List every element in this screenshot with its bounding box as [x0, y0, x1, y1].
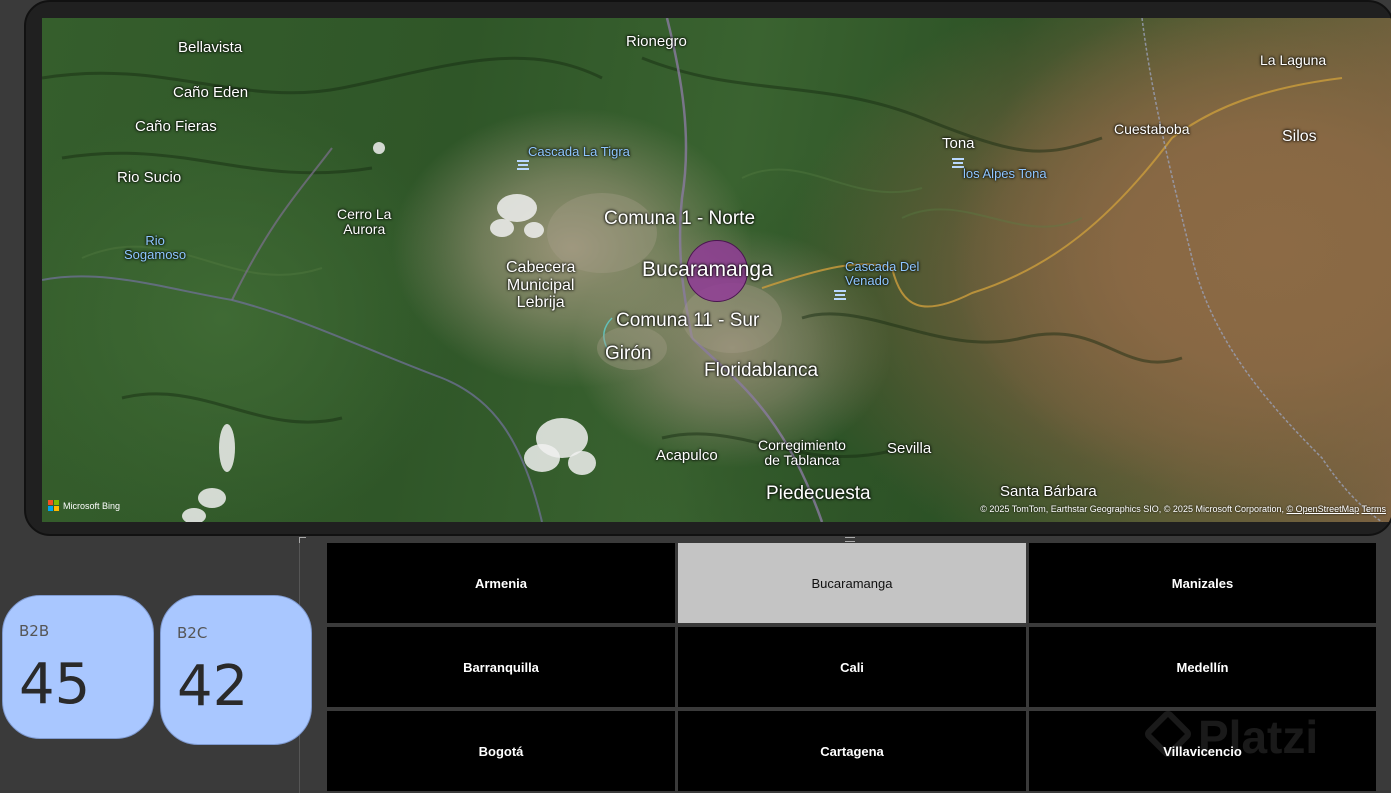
map-label-comuna-1: Comuna 1 - Norte	[604, 208, 756, 229]
bing-logo: Microsoft Bing	[48, 500, 120, 511]
map-attribution: © 2025 TomTom, Earthstar Geographics SIO…	[980, 504, 1386, 514]
map-label-corregimiento-tablanca: Corregimiento de Tablanca	[758, 437, 846, 469]
kpi-card-b2b: B2B 45	[2, 595, 154, 739]
map-label-cano-eden: Caño Eden	[173, 84, 249, 101]
city-tile-medellin[interactable]: Medellín	[1029, 627, 1376, 707]
satellite-map[interactable]: Bellavista Caño Eden Caño Fieras Rio Suc…	[42, 18, 1391, 522]
map-label-piedecuesta: Piedecuesta	[766, 483, 871, 504]
map-label-cascada-la-tigra: Cascada La Tigra	[528, 144, 630, 159]
map-label-rionegro: Rionegro	[626, 33, 687, 50]
kpi-value: 42	[177, 654, 249, 719]
attribution-text: © 2025 TomTom, Earthstar Geographics SIO…	[980, 504, 1287, 514]
visual-corner-marker	[299, 537, 306, 544]
map-label-la-laguna: La Laguna	[1260, 52, 1327, 68]
map-visual[interactable]: Bellavista Caño Eden Caño Fieras Rio Suc…	[24, 0, 1391, 536]
city-tile-manizales[interactable]: Manizales	[1029, 543, 1376, 623]
bing-logo-text: Microsoft Bing	[63, 500, 121, 511]
map-label-cabecera-lebrija: Cabecera Municipal Lebrija	[506, 259, 576, 312]
waterfall-icon	[517, 160, 529, 170]
map-label-acapulco: Acapulco	[656, 447, 718, 464]
map-label-silos: Silos	[1282, 128, 1317, 145]
map-label-rio-sucio: Rio Sucio	[117, 169, 182, 186]
map-label-giron: Girón	[605, 343, 652, 364]
map-label-bucaramanga: Bucaramanga	[642, 258, 773, 281]
city-tile-bogota[interactable]: Bogotá	[327, 711, 675, 791]
map-label-comuna-11: Comuna 11 - Sur	[616, 310, 760, 331]
map-label-tona: Tona	[942, 135, 975, 152]
map-label-cerro-la-aurora: Cerro La Aurora	[337, 206, 392, 238]
map-label-cano-fieras: Caño Fieras	[135, 118, 217, 135]
map-label-cascada-del-venado: Cascada Del Venado	[845, 259, 920, 289]
openstreetmap-link[interactable]: © OpenStreetMap	[1286, 504, 1359, 514]
city-tile-cali[interactable]: Cali	[678, 627, 1026, 707]
city-tile-cartagena[interactable]: Cartagena	[678, 711, 1026, 791]
map-label-rio-sogamoso: Rio Sogamoso	[124, 233, 187, 263]
city-tile-armenia[interactable]: Armenia	[327, 543, 675, 623]
waterfall-icon	[834, 290, 846, 300]
map-label-bellavista: Bellavista	[178, 39, 243, 56]
kpi-label: B2C	[177, 624, 208, 642]
resize-handle[interactable]	[845, 537, 855, 542]
terms-link[interactable]: Terms	[1362, 504, 1387, 514]
map-label-cuestaboba: Cuestaboba	[1114, 121, 1190, 137]
map-label-santa-barbara: Santa Bárbara	[1000, 483, 1097, 500]
kpi-value: 45	[19, 652, 91, 717]
map-label-floridablanca: Floridablanca	[704, 360, 819, 381]
map-label-los-alpes-tona: los Alpes Tona	[963, 166, 1047, 181]
kpi-card-b2c: B2C 42	[160, 595, 312, 745]
map-label-sevilla: Sevilla	[887, 440, 932, 457]
city-tile-bucaramanga[interactable]: Bucaramanga	[678, 543, 1026, 623]
kpi-label: B2B	[19, 622, 50, 640]
platzi-watermark: Platzi	[1198, 711, 1319, 763]
microsoft-logo-icon	[48, 500, 59, 511]
city-tile-barranquilla[interactable]: Barranquilla	[327, 627, 675, 707]
